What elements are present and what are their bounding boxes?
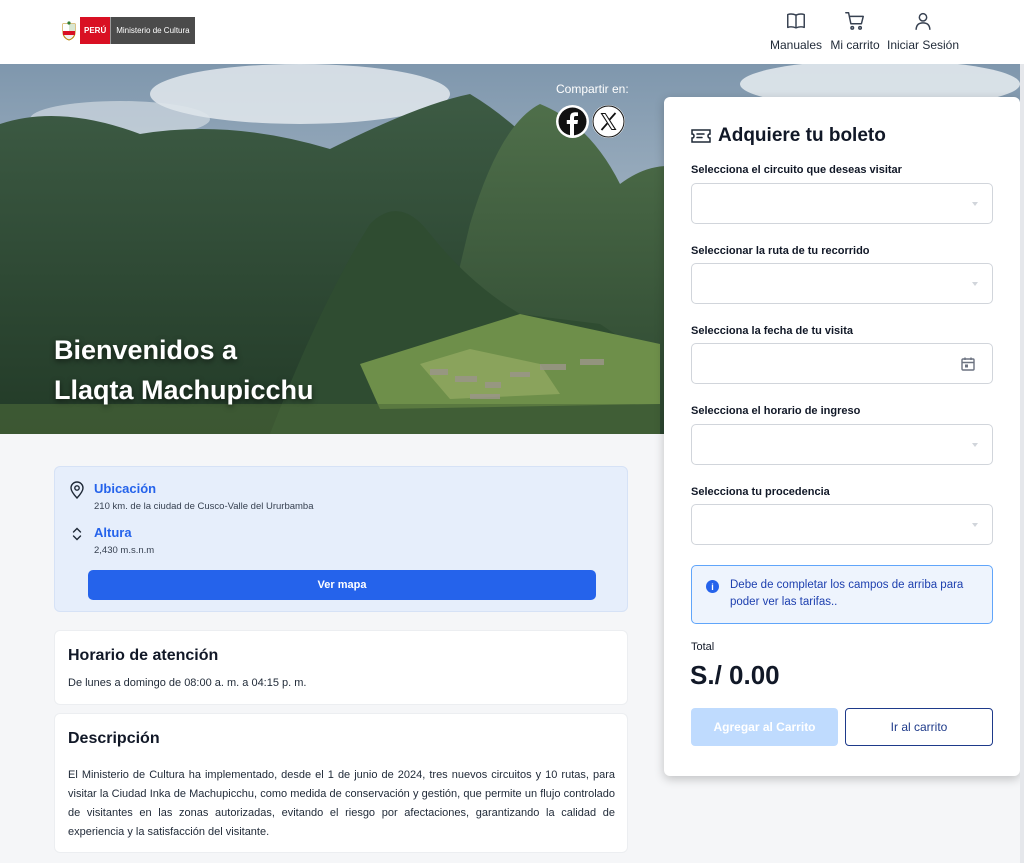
- x-icon: [592, 105, 625, 138]
- location-row: Ubicación 210 km. de la ciudad de Cusco-…: [69, 481, 314, 512]
- circuit-label: Selecciona el circuito que deseas visita…: [691, 164, 902, 176]
- book-icon: [787, 13, 805, 29]
- panel-title: Adquiere tu boleto: [690, 125, 886, 147]
- nav-iniciar-sesion[interactable]: Iniciar Sesión: [886, 10, 960, 54]
- facebook-share-button[interactable]: [556, 105, 589, 138]
- chevron-down-icon: [972, 443, 978, 447]
- schedule-select-label: Selecciona el horario de ingreso: [691, 405, 861, 417]
- location-pin-icon: [69, 481, 85, 512]
- location-info-card: Ubicación 210 km. de la ciudad de Cusco-…: [54, 466, 628, 612]
- ticket-icon: [691, 129, 711, 143]
- top-header: PERÚ Ministerio de Cultura Manuales Mi c…: [0, 0, 1024, 64]
- hero-title-line2: Llaqta Machupicchu: [54, 375, 314, 405]
- rates-notice-text: Debe de completar los campos de arriba p…: [730, 579, 964, 608]
- rates-notice: i Debe de completar los campos de arriba…: [691, 565, 993, 624]
- schedule-title: Horario de atención: [68, 647, 219, 664]
- view-map-button[interactable]: Ver mapa: [88, 570, 596, 600]
- cart-icon: [845, 12, 864, 30]
- description-title: Descripción: [68, 730, 160, 747]
- schedule-card: Horario de atención De lunes a domingo d…: [54, 630, 628, 705]
- total-label: Total: [691, 641, 715, 653]
- location-text: 210 km. de la ciudad de Cusco-Valle del …: [94, 501, 314, 512]
- origin-select[interactable]: [691, 504, 993, 545]
- schedule-text: De lunes a domingo de 08:00 a. m. a 04:1…: [68, 677, 307, 689]
- panel-title-text: Adquiere tu boleto: [718, 125, 886, 146]
- logo-country-label: PERÚ: [80, 17, 111, 44]
- nav-mi-carrito-label: Mi carrito: [830, 38, 880, 52]
- x-share-button[interactable]: [592, 105, 625, 138]
- user-icon: [915, 12, 931, 30]
- info-icon: i: [706, 580, 719, 593]
- go-to-cart-button[interactable]: Ir al carrito: [845, 708, 993, 746]
- hero-title-line1: Bienvenidos a: [54, 335, 238, 365]
- coat-of-arms-icon: [58, 17, 80, 44]
- hero-title: Bienvenidos a Llaqta Machupicchu: [54, 330, 314, 410]
- altitude-title: Altura: [94, 525, 132, 540]
- ministry-logo[interactable]: PERÚ Ministerio de Cultura: [58, 17, 195, 44]
- altitude-row: Altura 2,430 m.s.n.m: [69, 525, 154, 556]
- date-label: Selecciona la fecha de tu visita: [691, 325, 854, 337]
- share-label: Compartir en:: [556, 82, 629, 96]
- chevron-down-icon: [972, 523, 978, 527]
- description-card: Descripción El Ministerio de Cultura ha …: [54, 713, 628, 853]
- page-scrollbar[interactable]: [1020, 64, 1024, 863]
- origin-label: Selecciona tu procedencia: [691, 486, 830, 498]
- add-to-cart-button[interactable]: Agregar al Carrito: [691, 708, 838, 746]
- nav-manuales[interactable]: Manuales: [770, 10, 822, 54]
- ticket-purchase-panel: Adquiere tu boleto Selecciona el circuit…: [664, 97, 1020, 776]
- circuit-select[interactable]: [691, 183, 993, 224]
- route-select[interactable]: [691, 263, 993, 304]
- nav-mi-carrito[interactable]: Mi carrito: [829, 10, 881, 54]
- route-label: Seleccionar la ruta de tu recorrido: [691, 245, 870, 257]
- logo-ministry-label: Ministerio de Cultura: [110, 17, 195, 44]
- altitude-text: 2,430 m.s.n.m: [94, 545, 155, 556]
- share-buttons: [556, 105, 625, 138]
- nav-manuales-label: Manuales: [769, 38, 823, 52]
- nav-iniciar-sesion-label: Iniciar Sesión: [886, 38, 960, 52]
- altitude-icon: [69, 525, 85, 556]
- chevron-down-icon: [972, 282, 978, 286]
- total-value: S./ 0.00: [690, 660, 780, 690]
- facebook-icon: [558, 107, 587, 136]
- date-input[interactable]: [691, 343, 993, 384]
- location-title: Ubicación: [94, 481, 157, 496]
- calendar-icon[interactable]: [960, 356, 976, 372]
- chevron-down-icon: [972, 202, 978, 206]
- description-text: El Ministerio de Cultura ha implementado…: [68, 769, 615, 838]
- schedule-select[interactable]: [691, 424, 993, 465]
